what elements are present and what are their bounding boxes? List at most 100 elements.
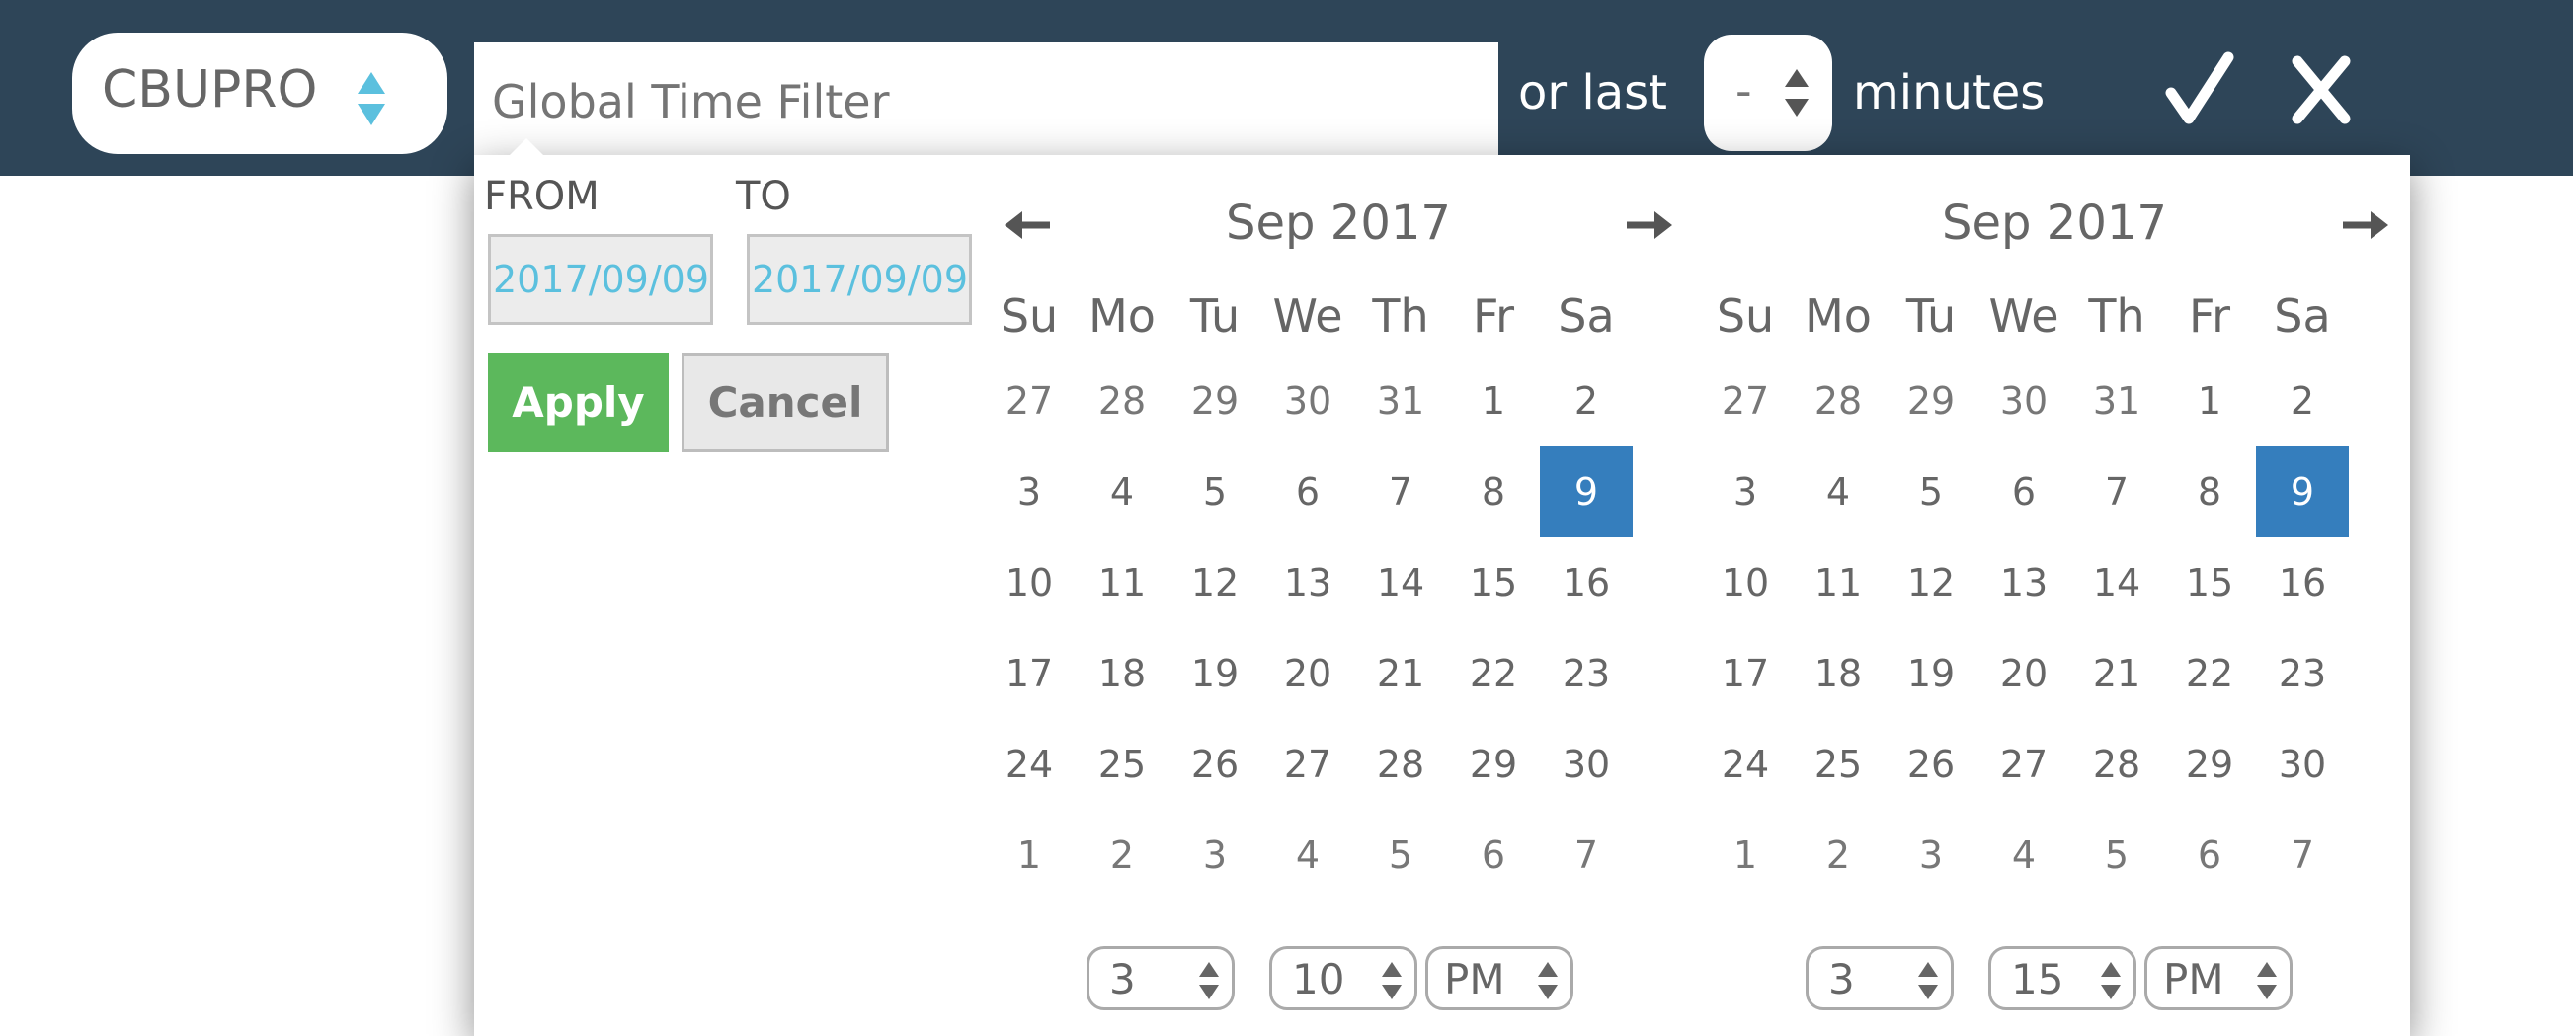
calendar-day[interactable]: 29 — [1885, 356, 1977, 446]
arrow-right-icon[interactable] — [1625, 205, 1674, 245]
calendar-day[interactable]: 11 — [1792, 537, 1885, 628]
arrow-right-icon[interactable] — [2341, 205, 2390, 245]
calendar-day[interactable]: 30 — [2256, 719, 2349, 810]
calendar-day[interactable]: 12 — [1168, 537, 1261, 628]
calendar-day[interactable]: 13 — [1977, 537, 2070, 628]
calendar-day[interactable]: 9 — [1540, 446, 1633, 537]
calendar-day[interactable]: 14 — [1354, 537, 1447, 628]
cancel-button[interactable]: Cancel — [682, 353, 889, 452]
calendar-day[interactable]: 2 — [1076, 810, 1168, 901]
confirm-button[interactable] — [2165, 49, 2234, 128]
end-hour-select[interactable]: 3 — [1806, 946, 1954, 1010]
calendar-day[interactable]: 20 — [1977, 628, 2070, 719]
calendar-day[interactable]: 5 — [1168, 446, 1261, 537]
calendar-day[interactable]: 21 — [2070, 628, 2163, 719]
calendar-day[interactable]: 14 — [2070, 537, 2163, 628]
calendar-day[interactable]: 9 — [2256, 446, 2349, 537]
calendar-day[interactable]: 10 — [1699, 537, 1792, 628]
calendar-day[interactable]: 5 — [1885, 446, 1977, 537]
calendar-day[interactable]: 18 — [1792, 628, 1885, 719]
calendar-day[interactable]: 28 — [1792, 356, 1885, 446]
calendar-day[interactable]: 30 — [1540, 719, 1633, 810]
calendar-day[interactable]: 7 — [1540, 810, 1633, 901]
calendar-day[interactable]: 12 — [1885, 537, 1977, 628]
calendar-day[interactable]: 1 — [983, 810, 1076, 901]
calendar-day[interactable]: 31 — [1354, 356, 1447, 446]
end-ampm-select[interactable]: PM — [2144, 946, 2293, 1010]
calendar-day[interactable]: 26 — [1885, 719, 1977, 810]
calendar-day[interactable]: 3 — [1168, 810, 1261, 901]
calendar-day[interactable]: 6 — [2163, 810, 2256, 901]
calendar-day[interactable]: 28 — [1076, 356, 1168, 446]
calendar-day[interactable]: 3 — [983, 446, 1076, 537]
global-time-filter-input[interactable] — [474, 42, 1498, 161]
calendar-day[interactable]: 7 — [2070, 446, 2163, 537]
calendar-day[interactable]: 29 — [1447, 719, 1540, 810]
calendar-day[interactable]: 4 — [1977, 810, 2070, 901]
calendar-day[interactable]: 24 — [983, 719, 1076, 810]
calendar-day[interactable]: 2 — [1792, 810, 1885, 901]
calendar-day[interactable]: 1 — [1699, 810, 1792, 901]
calendar-day[interactable]: 4 — [1076, 446, 1168, 537]
start-minute-select[interactable]: 10 — [1269, 946, 1417, 1010]
site-select[interactable]: CBUPRO — [72, 33, 447, 154]
calendar-day[interactable]: 28 — [1354, 719, 1447, 810]
calendar-day[interactable]: 28 — [2070, 719, 2163, 810]
calendar-day[interactable]: 19 — [1168, 628, 1261, 719]
calendar-day[interactable]: 27 — [1977, 719, 2070, 810]
calendar-day[interactable]: 18 — [1076, 628, 1168, 719]
calendar-day[interactable]: 3 — [1885, 810, 1977, 901]
calendar-day[interactable]: 7 — [2256, 810, 2349, 901]
calendar-day[interactable]: 4 — [1792, 446, 1885, 537]
calendar-day[interactable]: 16 — [1540, 537, 1633, 628]
calendar-day[interactable]: 15 — [1447, 537, 1540, 628]
calendar-day[interactable]: 16 — [2256, 537, 2349, 628]
calendar-day[interactable]: 11 — [1076, 537, 1168, 628]
calendar-day[interactable]: 22 — [2163, 628, 2256, 719]
calendar-day[interactable]: 6 — [1447, 810, 1540, 901]
calendar-day[interactable]: 30 — [1977, 356, 2070, 446]
from-date-input[interactable] — [488, 234, 713, 325]
calendar-day[interactable]: 26 — [1168, 719, 1261, 810]
calendar-day[interactable]: 30 — [1261, 356, 1354, 446]
calendar-day[interactable]: 27 — [1261, 719, 1354, 810]
start-hour-select[interactable]: 3 — [1087, 946, 1235, 1010]
calendar-day[interactable]: 20 — [1261, 628, 1354, 719]
calendar-day[interactable]: 6 — [1977, 446, 2070, 537]
calendar-day[interactable]: 1 — [2163, 356, 2256, 446]
calendar-day[interactable]: 2 — [2256, 356, 2349, 446]
end-minute-select[interactable]: 15 — [1988, 946, 2136, 1010]
calendar-day[interactable]: 4 — [1261, 810, 1354, 901]
calendar-day[interactable]: 24 — [1699, 719, 1792, 810]
calendar-day[interactable]: 29 — [1168, 356, 1261, 446]
calendar-day[interactable]: 1 — [1447, 356, 1540, 446]
calendar-day[interactable]: 27 — [983, 356, 1076, 446]
calendar-day[interactable]: 25 — [1792, 719, 1885, 810]
calendar-day[interactable]: 23 — [2256, 628, 2349, 719]
calendar-day[interactable]: 6 — [1261, 446, 1354, 537]
calendar-day[interactable]: 15 — [2163, 537, 2256, 628]
calendar-day[interactable]: 27 — [1699, 356, 1792, 446]
calendar-day[interactable]: 23 — [1540, 628, 1633, 719]
calendar-day[interactable]: 22 — [1447, 628, 1540, 719]
calendar-day[interactable]: 3 — [1699, 446, 1792, 537]
calendar-day[interactable]: 2 — [1540, 356, 1633, 446]
calendar-day[interactable]: 17 — [983, 628, 1076, 719]
calendar-day[interactable]: 25 — [1076, 719, 1168, 810]
calendar-day[interactable]: 5 — [2070, 810, 2163, 901]
calendar-day[interactable]: 7 — [1354, 446, 1447, 537]
calendar-day[interactable]: 29 — [2163, 719, 2256, 810]
calendar-day[interactable]: 21 — [1354, 628, 1447, 719]
calendar-day[interactable]: 13 — [1261, 537, 1354, 628]
start-ampm-select[interactable]: PM — [1425, 946, 1573, 1010]
minutes-select[interactable]: - — [1704, 35, 1832, 151]
calendar-day[interactable]: 19 — [1885, 628, 1977, 719]
calendar-day[interactable]: 8 — [2163, 446, 2256, 537]
calendar-day[interactable]: 8 — [1447, 446, 1540, 537]
calendar-day[interactable]: 31 — [2070, 356, 2163, 446]
apply-button[interactable]: Apply — [488, 353, 669, 452]
close-button[interactable] — [2292, 49, 2351, 128]
calendar-day[interactable]: 17 — [1699, 628, 1792, 719]
calendar-day[interactable]: 5 — [1354, 810, 1447, 901]
calendar-day[interactable]: 10 — [983, 537, 1076, 628]
